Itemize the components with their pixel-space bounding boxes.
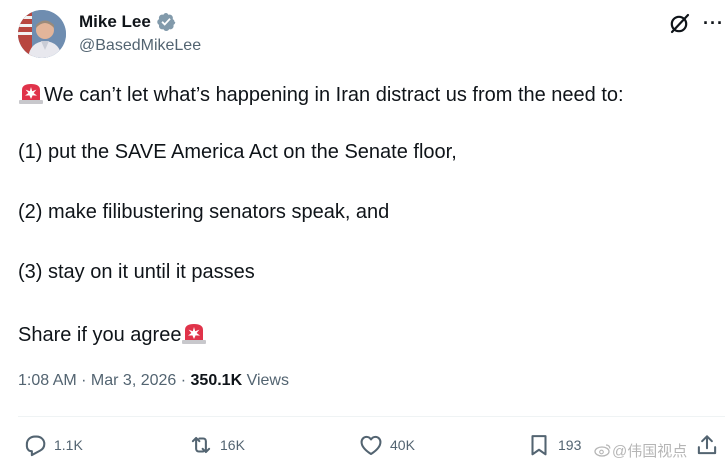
heart-icon [360, 435, 382, 456]
divider [18, 416, 725, 417]
tweet-line-2: (1) put the SAVE America Act on the Sena… [18, 141, 457, 163]
weibo-logo-icon [594, 444, 611, 457]
views-label: Views [242, 372, 289, 389]
views-count[interactable]: 350.1K [191, 372, 243, 389]
grok-icon[interactable] [668, 11, 692, 35]
bookmark-icon [531, 435, 547, 456]
author-name[interactable]: Mike Lee [79, 12, 151, 32]
avatar-image [18, 10, 66, 58]
tweet-date[interactable]: Mar 3, 2026 [91, 372, 176, 389]
tweet-line-4: (3) stay on it until it passes [18, 261, 255, 283]
verified-badge-icon [157, 13, 176, 31]
watermark-text: @伟国视点 [612, 443, 688, 460]
repost-icon [191, 436, 211, 454]
more-icon[interactable]: ··· [703, 12, 725, 34]
tweet-line-1: We can’t let what’s happening in Iran di… [18, 81, 624, 107]
tweet-line-5: Share if you agree [18, 321, 207, 347]
share-icon [697, 435, 717, 455]
like-count: 40K [390, 437, 415, 453]
meta-separator: · [76, 372, 91, 389]
author-name-row[interactable]: Mike Lee [79, 12, 176, 32]
tweet-text-line-5: Share if you agree [18, 324, 182, 346]
reply-button[interactable]: 1.1K [22, 432, 83, 458]
meta-separator: · [176, 372, 191, 389]
tweet-text-line-1: We can’t let what’s happening in Iran di… [44, 84, 624, 106]
police-light-emoji-icon [19, 84, 43, 104]
tweet-line-3: (2) make filibustering senators speak, a… [18, 201, 390, 223]
share-button[interactable] [694, 432, 720, 458]
watermark: @伟国视点 [594, 440, 687, 461]
bookmark-button[interactable]: 193 [526, 432, 581, 458]
author-handle[interactable]: @BasedMikeLee [79, 37, 201, 55]
repost-button[interactable]: 16K [188, 432, 245, 458]
tweet-time[interactable]: 1:08 AM [18, 372, 77, 389]
repost-count: 16K [220, 437, 245, 453]
reply-icon [25, 435, 46, 457]
like-button[interactable]: 40K [358, 432, 415, 458]
police-light-emoji-icon [182, 324, 207, 344]
bookmark-count: 193 [558, 437, 582, 453]
tweet-meta: 1:08 AM · Mar 3, 2026 · 350.1K Views [18, 372, 289, 390]
reply-count: 1.1K [54, 437, 83, 453]
avatar[interactable] [18, 10, 66, 58]
